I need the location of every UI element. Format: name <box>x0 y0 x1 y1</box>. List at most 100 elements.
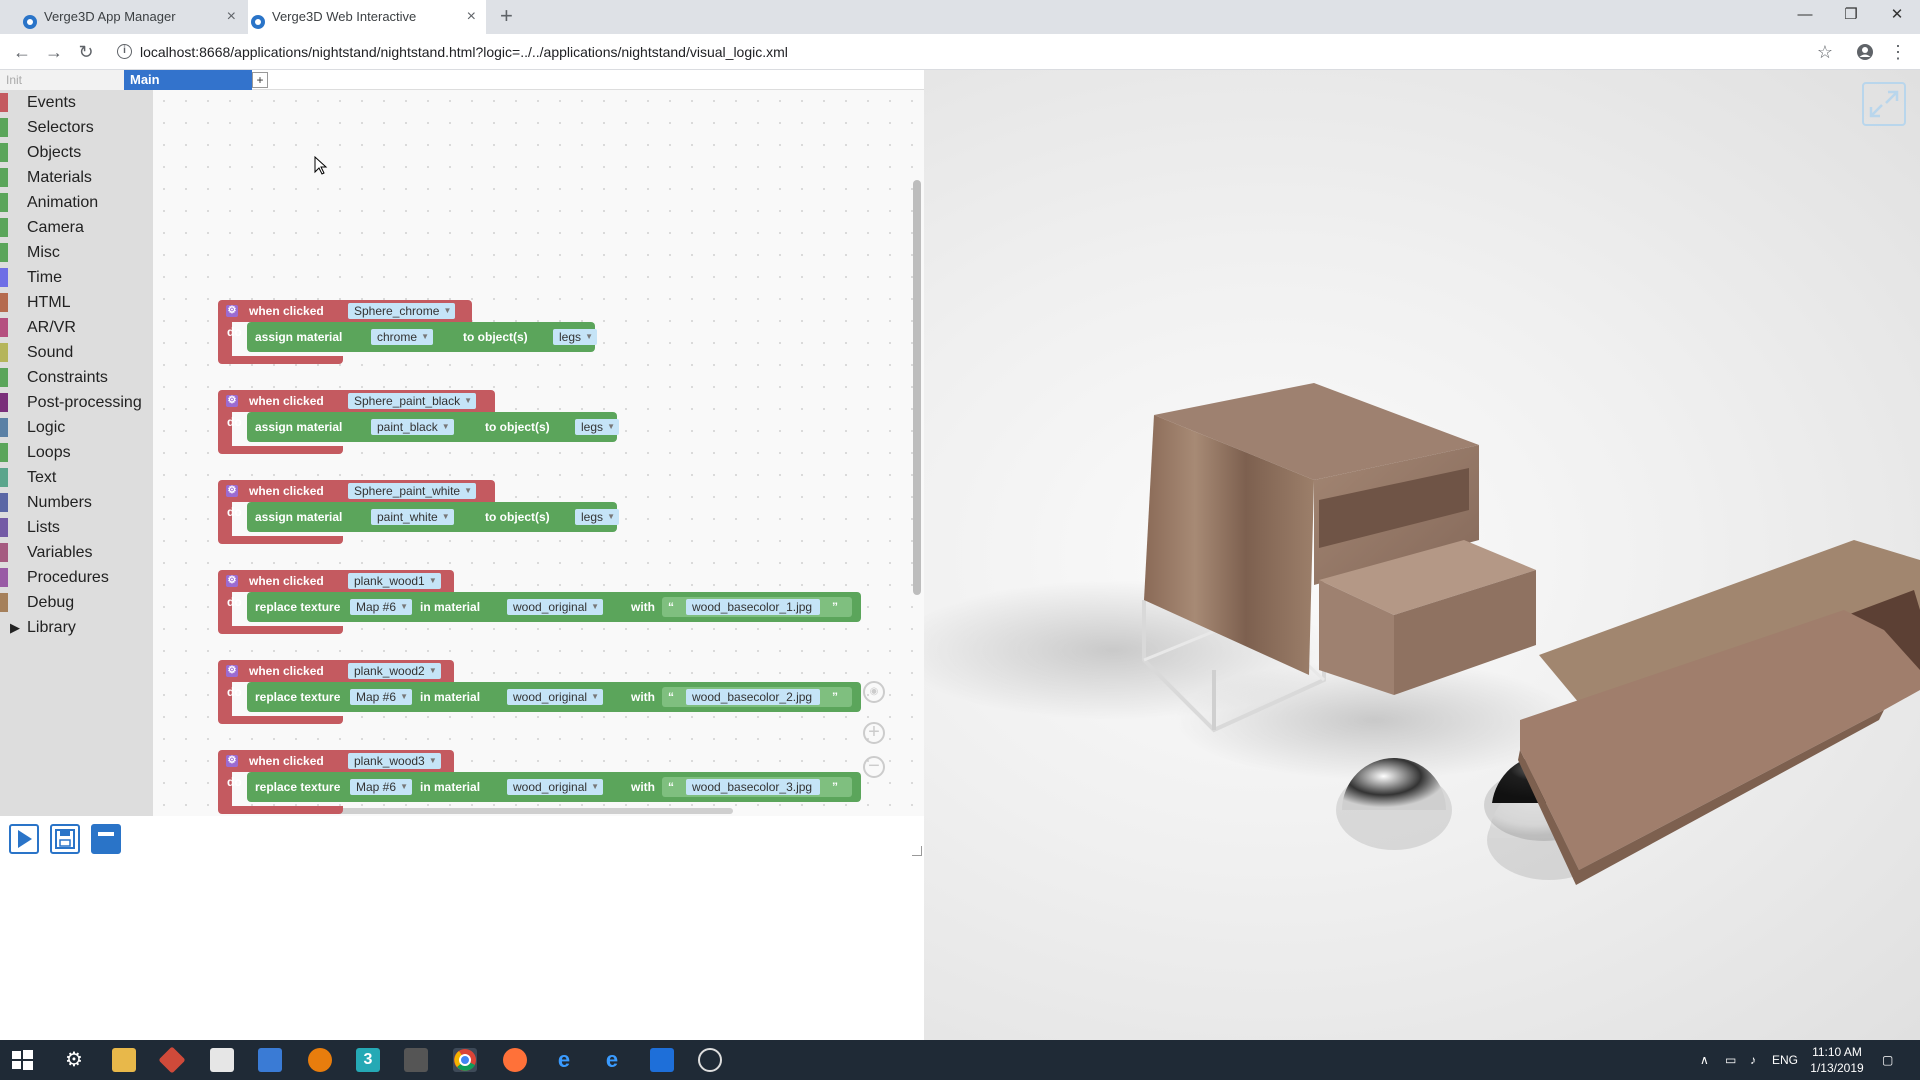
assign-material-block[interactable]: assign material paint_black ▼ to object(s) l… <box>247 412 620 442</box>
toolbox-category-sound[interactable]: Sound <box>0 340 153 365</box>
zoom-in-icon[interactable]: + <box>863 722 885 744</box>
3d-viewport[interactable] <box>924 70 1920 1040</box>
tab-init[interactable]: Init <box>0 70 124 90</box>
gear-icon[interactable]: ⚙ <box>226 575 238 587</box>
toolbox-category-logic[interactable]: Logic <box>0 415 153 440</box>
event-hat[interactable]: ⚙ when clicked Sphere_paint_white ▼ <box>218 480 495 502</box>
close-window-icon[interactable]: ✕ <box>1874 0 1920 30</box>
tab-web-interactive[interactable]: Verge3D Web Interactive × <box>248 0 486 34</box>
texture-file-field[interactable]: wood_basecolor_1.jpg <box>686 599 821 615</box>
account-icon[interactable] <box>1853 40 1877 64</box>
git-icon[interactable] <box>158 1046 186 1074</box>
texture-file-field[interactable]: wood_basecolor_3.jpg <box>686 779 821 795</box>
bookmark-star-icon[interactable]: ☆ <box>1813 40 1837 64</box>
object-dropdown[interactable]: plank_wood3 ▼ <box>348 753 441 769</box>
language-indicator[interactable]: ENG <box>1772 1040 1798 1080</box>
event-hat[interactable]: ⚙ when clicked plank_wood3 ▼ <box>218 750 454 772</box>
material-dropdown[interactable]: wood_original ▼ <box>507 779 604 795</box>
toolbox-category-selectors[interactable]: Selectors <box>0 115 153 140</box>
new-tab-button[interactable]: + <box>500 0 513 32</box>
tab-main[interactable]: Main <box>124 70 252 90</box>
blender-icon[interactable] <box>308 1048 332 1072</box>
toolbox-category-constraints[interactable]: Constraints <box>0 365 153 390</box>
system-clock[interactable]: 11:10 AM 1/13/2019 <box>1810 1044 1864 1076</box>
toolbox-category-camera[interactable]: Camera <box>0 215 153 240</box>
vertical-scrollbar[interactable] <box>913 180 921 595</box>
url-input[interactable]: localhost:8668/applications/nightstand/n… <box>140 40 788 64</box>
terminal-icon[interactable] <box>404 1048 428 1072</box>
text-string-block[interactable]: “ wood_basecolor_1.jpg ” <box>662 597 852 617</box>
toolbox-category-numbers[interactable]: Numbers <box>0 490 153 515</box>
material-dropdown[interactable]: chrome ▼ <box>371 329 434 345</box>
target-object-dropdown[interactable]: legs ▼ <box>553 329 598 345</box>
replace-texture-block[interactable]: replace texture Map #6 ▼ in material wood_or… <box>247 772 861 802</box>
assign-material-block[interactable]: assign material paint_white ▼ to object(s) l… <box>247 502 620 532</box>
text-string-block[interactable]: “ wood_basecolor_2.jpg ” <box>662 687 852 707</box>
windows-start-icon[interactable] <box>10 1048 34 1072</box>
assign-material-block[interactable]: assign material chrome ▼ to object(s) legs ▼ <box>247 322 598 352</box>
horizontal-scrollbar[interactable] <box>323 808 733 814</box>
material-dropdown[interactable]: paint_white ▼ <box>371 509 454 525</box>
replace-texture-block[interactable]: replace texture Map #6 ▼ in material wood_or… <box>247 682 861 712</box>
toolbox-category-events[interactable]: Events <box>0 90 153 115</box>
object-dropdown[interactable]: Sphere_paint_black ▼ <box>348 393 477 409</box>
toolbox-category-library[interactable]: ▶ Library <box>0 615 153 640</box>
info-icon[interactable]: i <box>117 44 132 59</box>
obs-icon[interactable] <box>698 1048 722 1072</box>
toolbox-category-procedures[interactable]: Procedures <box>0 565 153 590</box>
zoom-out-icon[interactable]: − <box>863 756 885 778</box>
3dsmax-icon[interactable]: 3 <box>356 1048 380 1072</box>
firefox-icon[interactable] <box>503 1048 527 1072</box>
toolbox-category-time[interactable]: Time <box>0 265 153 290</box>
toolbox-category-debug[interactable]: Debug <box>0 590 153 615</box>
event-hat[interactable]: ⚙ when clicked Sphere_chrome ▼ <box>218 300 472 322</box>
save-button[interactable] <box>50 824 80 854</box>
toolbox-category-text[interactable]: Text <box>0 465 153 490</box>
toolbox-category-variables[interactable]: Variables <box>0 540 153 565</box>
puzzle-workspace[interactable]: ◉ + − ⚙ when clicked Sphere_chrome ▼ do assig… <box>153 90 924 816</box>
toolbox-category-lists[interactable]: Lists <box>0 515 153 540</box>
material-dropdown[interactable]: paint_black ▼ <box>371 419 454 435</box>
material-dropdown[interactable]: wood_original ▼ <box>507 599 604 615</box>
chrome-icon[interactable] <box>453 1048 477 1072</box>
toolbox-category-loops[interactable]: Loops <box>0 440 153 465</box>
add-tab-button[interactable]: + <box>252 72 268 88</box>
back-icon[interactable]: ← <box>10 40 34 64</box>
reload-icon[interactable]: ↻ <box>74 40 98 64</box>
volume-icon[interactable]: ♪ <box>1750 1040 1756 1080</box>
texture-map-dropdown[interactable]: Map #6 ▼ <box>350 599 413 615</box>
file-explorer-icon[interactable] <box>112 1048 136 1072</box>
reset-view-icon[interactable]: ◉ <box>863 681 885 703</box>
gear-icon[interactable]: ⚙ <box>226 485 238 497</box>
document-icon[interactable] <box>258 1048 282 1072</box>
close-icon[interactable]: × <box>227 0 236 34</box>
tab-app-manager[interactable]: Verge3D App Manager × <box>20 0 246 34</box>
menu-kebab-icon[interactable]: ⋮ <box>1886 40 1910 64</box>
object-dropdown[interactable]: plank_wood2 ▼ <box>348 663 441 679</box>
notes-icon[interactable] <box>210 1048 234 1072</box>
toolbox-category-materials[interactable]: Materials <box>0 165 153 190</box>
event-hat[interactable]: ⚙ when clicked plank_wood1 ▼ <box>218 570 454 592</box>
resize-handle[interactable] <box>912 846 922 856</box>
restore-icon[interactable]: ❐ <box>1828 0 1874 30</box>
close-icon[interactable]: × <box>467 0 476 34</box>
gear-icon[interactable]: ⚙ <box>226 755 238 767</box>
settings-gear-icon[interactable]: ⚙ <box>62 1048 86 1072</box>
internet-explorer-icon[interactable]: e <box>600 1048 624 1072</box>
tray-chevron-icon[interactable]: ∧ <box>1700 1040 1709 1080</box>
texture-file-field[interactable]: wood_basecolor_2.jpg <box>686 689 821 705</box>
toolbox-category-animation[interactable]: Animation <box>0 190 153 215</box>
object-dropdown[interactable]: plank_wood1 ▼ <box>348 573 441 589</box>
edge-icon[interactable]: e <box>552 1048 576 1072</box>
gear-icon[interactable]: ⚙ <box>226 665 238 677</box>
toolbox-category-objects[interactable]: Objects <box>0 140 153 165</box>
texture-map-dropdown[interactable]: Map #6 ▼ <box>350 779 413 795</box>
toolbox-category-misc[interactable]: Misc <box>0 240 153 265</box>
minimize-editor-button[interactable] <box>91 824 121 854</box>
event-hat[interactable]: ⚙ when clicked plank_wood2 ▼ <box>218 660 454 682</box>
toolbox-category-ar-vr[interactable]: AR/VR <box>0 315 153 340</box>
texture-map-dropdown[interactable]: Map #6 ▼ <box>350 689 413 705</box>
material-dropdown[interactable]: wood_original ▼ <box>507 689 604 705</box>
toolbox-category-post-processing[interactable]: Post-processing <box>0 390 153 415</box>
outlook-icon[interactable] <box>650 1048 674 1072</box>
